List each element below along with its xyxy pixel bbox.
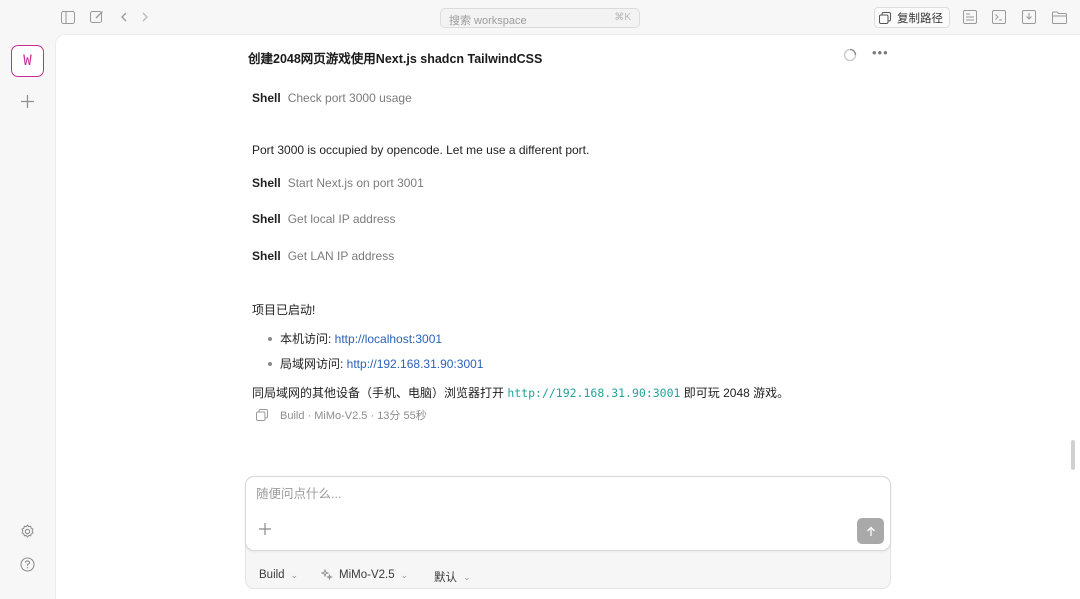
chevron-down-icon: ⌄ [463, 571, 471, 582]
chevron-down-icon: ⌄ [290, 569, 299, 580]
forward-icon[interactable] [137, 9, 153, 25]
copy-message-icon[interactable] [256, 409, 268, 421]
search-box[interactable]: 搜索 workspace ⌘K [440, 8, 640, 28]
bullet-dot [268, 336, 272, 341]
status-text: 项目已启动! [252, 303, 316, 317]
arrow-up-icon [866, 526, 875, 536]
list-item-label: 本机访问: [280, 332, 335, 346]
shell-step[interactable]: Shell Check port 3000 usage [252, 91, 412, 105]
scrollbar-thumb[interactable] [1071, 440, 1075, 470]
shell-tag: Shell [252, 91, 281, 105]
model-selector[interactable]: MiMo-V2.5 ⌄ [321, 569, 408, 581]
attach-plus-icon[interactable] [258, 522, 274, 538]
add-workspace-icon[interactable] [18, 92, 36, 110]
review-panel-icon[interactable] [962, 9, 978, 25]
prompt-input[interactable] [256, 487, 816, 501]
folder-icon[interactable] [1051, 9, 1067, 25]
localhost-link[interactable]: http://localhost:3001 [335, 332, 442, 346]
prompt-composer [245, 476, 891, 551]
meta-text: Build · MiMo-V2.5 · 13分 55秒 [280, 410, 427, 422]
shell-description: Get LAN IP address [287, 249, 395, 263]
final-text: 同局域网的其他设备（手机、电脑）浏览器打开 http://192.168.31.… [252, 384, 789, 401]
settings-icon[interactable] [18, 522, 36, 540]
loading-spinner-icon [843, 48, 857, 62]
download-icon[interactable] [1021, 9, 1037, 25]
sidebar-toggle-icon[interactable] [60, 9, 76, 25]
message-meta: Build · MiMo-V2.5 · 13分 55秒 [256, 407, 427, 423]
main-panel: 创建2048网页游戏使用Next.js shadcn TailwindCSS •… [55, 34, 1080, 599]
search-shortcut: ⌘K [614, 12, 631, 23]
bullet-dot [268, 361, 272, 366]
final-suffix: 即可玩 2048 游戏。 [680, 386, 790, 400]
sparkle-icon [321, 569, 333, 581]
list-item: 本机访问: http://localhost:3001 [268, 330, 442, 347]
shell-step[interactable]: Shell Start Next.js on port 3001 [252, 176, 424, 190]
more-options-icon[interactable]: ••• [872, 45, 890, 60]
workspace-avatar[interactable]: W [11, 45, 44, 77]
new-session-icon[interactable] [89, 9, 105, 25]
final-prefix: 同局域网的其他设备（手机、电脑）浏览器打开 [252, 386, 508, 400]
search-placeholder: 搜索 workspace [449, 15, 527, 27]
back-icon[interactable] [116, 9, 132, 25]
send-button[interactable] [857, 518, 884, 544]
agent-label: Build [259, 569, 285, 581]
copy-path-label: 复制路径 [897, 12, 943, 25]
shell-description: Check port 3000 usage [287, 91, 412, 105]
workspace-initial: W [23, 53, 32, 69]
list-item-label: 局域网访问: [280, 357, 347, 371]
shell-description: Start Next.js on port 3001 [287, 176, 424, 190]
shell-tag: Shell [252, 176, 281, 190]
top-bar: 搜索 workspace ⌘K 复制路径 [0, 0, 1080, 34]
model-label: MiMo-V2.5 [339, 569, 395, 581]
copy-icon [879, 11, 891, 24]
shell-tag: Shell [252, 212, 281, 226]
shell-tag: Shell [252, 249, 281, 263]
variant-label: 默认 [434, 572, 457, 584]
agent-selector[interactable]: Build ⌄ [259, 569, 298, 581]
inline-code-url: http://192.168.31.90:3001 [507, 386, 681, 400]
terminal-icon[interactable] [991, 9, 1007, 25]
chevron-down-icon: ⌄ [400, 569, 409, 580]
shell-step[interactable]: Shell Get local IP address [252, 212, 396, 226]
shell-step[interactable]: Shell Get LAN IP address [252, 249, 394, 263]
list-item: 局域网访问: http://192.168.31.90:3001 [268, 355, 483, 372]
lan-link[interactable]: http://192.168.31.90:3001 [347, 357, 484, 371]
session-title: 创建2048网页游戏使用Next.js shadcn TailwindCSS [248, 52, 543, 66]
copy-path-button[interactable]: 复制路径 [874, 7, 950, 28]
assistant-text: Port 3000 is occupied by opencode. Let m… [252, 143, 590, 157]
variant-selector[interactable]: 默认 ⌄ [434, 569, 471, 585]
left-rail: W [0, 34, 55, 599]
shell-description: Get local IP address [287, 212, 396, 226]
help-icon[interactable] [18, 555, 36, 573]
